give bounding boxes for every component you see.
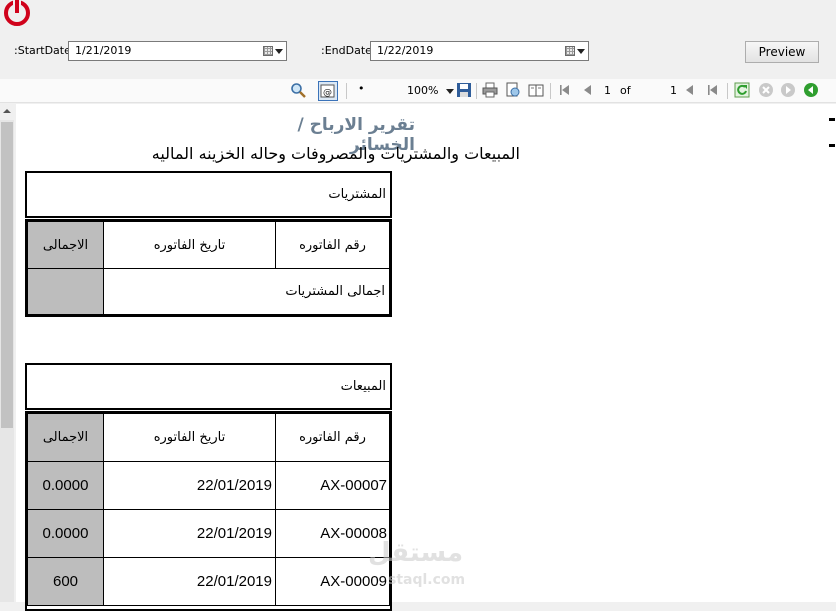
previous-page-icon[interactable] — [580, 82, 596, 98]
sales-col-number: رقم الفاتوره — [275, 413, 390, 462]
start-date-dropdown[interactable] — [258, 42, 286, 60]
scroll-up-icon[interactable] — [2, 106, 12, 116]
purchases-table: الاجمالى تاريخ الفاتوره رقم الفاتوره اجم… — [25, 219, 392, 317]
first-page-icon[interactable] — [556, 82, 572, 98]
start-date-picker[interactable]: 1/21/2019 — [68, 41, 287, 61]
purchases-heading-box: المشتريات — [25, 171, 392, 218]
svg-text:@: @ — [323, 88, 332, 98]
last-page-icon[interactable] — [704, 82, 720, 98]
table-row-total: 600 — [27, 557, 104, 606]
table-row-date: 22/01/2019 — [103, 557, 276, 606]
calendar-icon — [565, 46, 575, 56]
sales-table: الاجمالى تاريخ الفاتوره رقم الفاتوره 0.0… — [25, 411, 392, 611]
save-icon[interactable] — [456, 82, 472, 98]
watermark-logo: مستقل staql.com — [360, 536, 472, 596]
table-row-number: AX-00007 — [275, 461, 390, 510]
purchases-col-date: تاريخ الفاتوره — [103, 221, 276, 269]
table-row-total: 0.0000 — [27, 461, 104, 510]
page-of-label: of — [620, 84, 631, 97]
refresh-icon[interactable] — [734, 82, 750, 98]
sales-heading: المبيعات — [340, 379, 386, 394]
end-date-picker[interactable]: 1/22/2019 — [370, 41, 589, 61]
watermark-arabic: مستقل — [368, 538, 464, 568]
power-icon[interactable] — [0, 0, 36, 30]
preview-button[interactable]: Preview — [745, 41, 819, 63]
report-toolbar: @ • 100% 1 of 1 — [0, 79, 836, 103]
print-icon[interactable] — [482, 82, 498, 98]
parameters-icon[interactable]: @ — [318, 81, 338, 101]
zoom-level[interactable]: 100% — [407, 84, 438, 97]
table-row-date: 22/01/2019 — [103, 461, 276, 510]
zoom-bullet: • — [358, 82, 365, 95]
next-page-icon[interactable] — [682, 82, 698, 98]
end-date-label: :EndDate — [321, 44, 372, 57]
search-icon[interactable] — [290, 82, 306, 98]
stop-icon[interactable] — [758, 82, 774, 98]
scrollbar-thumb[interactable] — [1, 122, 13, 428]
zoom-dropdown-icon[interactable] — [446, 89, 454, 94]
vertical-scrollbar[interactable] — [0, 120, 14, 602]
sales-col-total: الاجمالى — [27, 413, 104, 462]
sales-heading-box: المبيعات — [25, 363, 392, 410]
table-row-total: 0.0000 — [27, 509, 104, 558]
total-pages: 1 — [670, 84, 677, 97]
sales-col-date: تاريخ الفاتوره — [103, 413, 276, 462]
edge-marker — [829, 144, 835, 147]
edge-marker — [829, 118, 835, 121]
purchases-total-label-cell: اجمالى المشتريات — [103, 268, 390, 315]
end-date-value: 1/22/2019 — [377, 44, 434, 57]
purchases-total-label: اجمالى المشتريات — [285, 284, 385, 299]
page-setup-icon[interactable] — [528, 82, 544, 98]
purchases-col-number: رقم الفاتوره — [275, 221, 390, 269]
purchases-col-total: الاجمالى — [27, 221, 104, 269]
chevron-down-icon — [275, 48, 283, 54]
purchases-heading: المشتريات — [328, 187, 386, 202]
watermark-latin: staql.com — [388, 572, 466, 588]
start-date-value: 1/21/2019 — [75, 44, 132, 57]
chevron-down-icon — [577, 48, 585, 54]
calendar-icon — [263, 46, 273, 56]
table-row-date: 22/01/2019 — [103, 509, 276, 558]
current-page[interactable]: 1 — [604, 84, 611, 97]
print-layout-icon[interactable] — [505, 82, 521, 98]
forward-icon[interactable] — [780, 82, 796, 98]
end-date-dropdown[interactable] — [560, 42, 588, 60]
start-date-label: :StartDate — [14, 44, 71, 57]
report-subtitle: المبيعات والمشتريات والمصروفات وحاله الخ… — [151, 144, 520, 163]
purchases-total-value — [27, 268, 104, 315]
back-icon[interactable] — [803, 82, 819, 98]
